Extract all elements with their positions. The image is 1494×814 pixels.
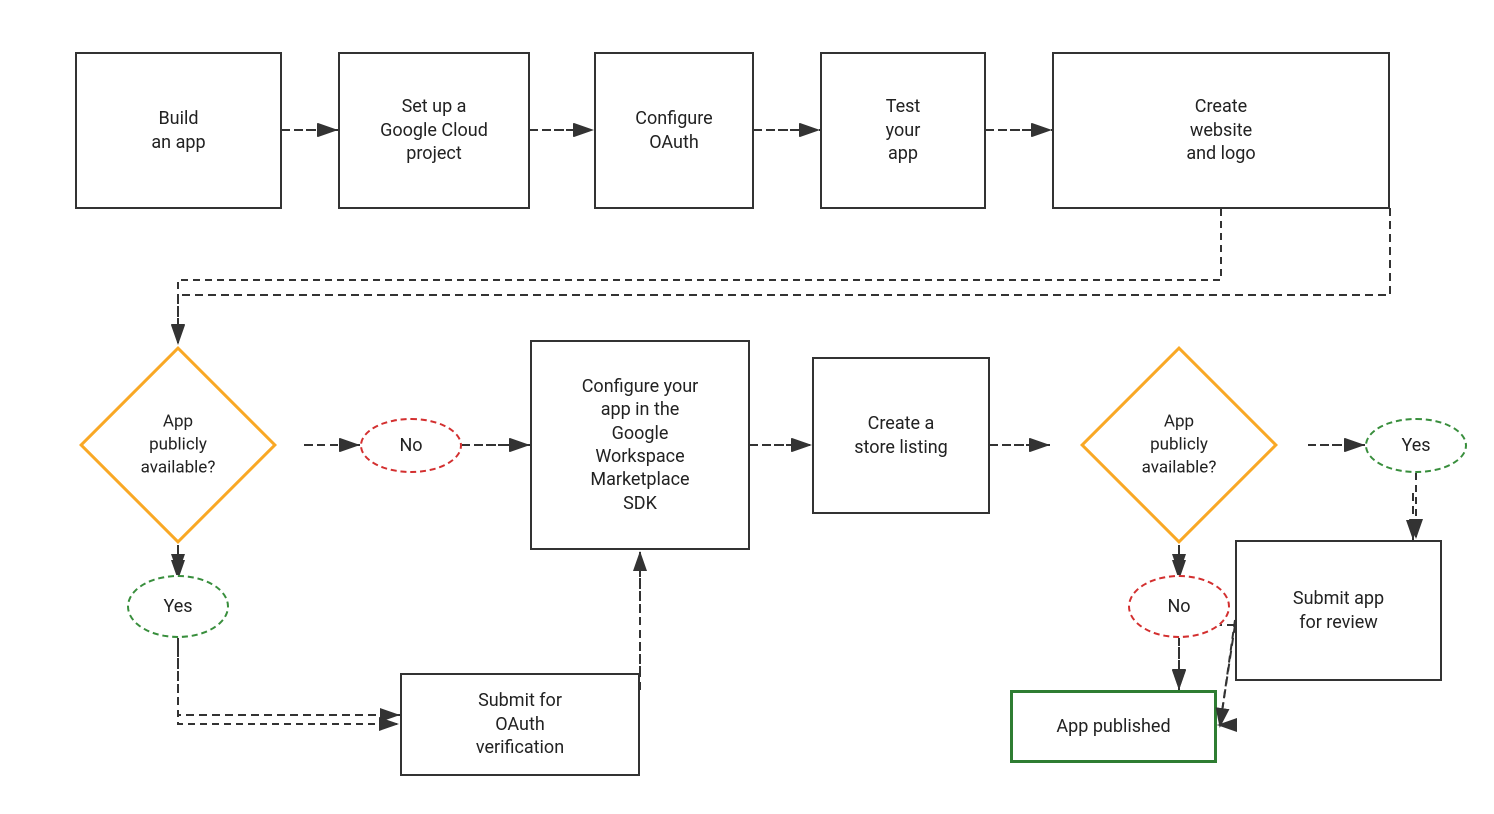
- create-website-box: Create website and logo: [1052, 52, 1390, 209]
- yes-oval-left: Yes: [127, 575, 229, 638]
- create-store-box: Create a store listing: [812, 357, 990, 514]
- test-app-box: Test your app: [820, 52, 986, 209]
- yes-oval-right-label: Yes: [1401, 435, 1430, 456]
- diamond-right-wrapper: App publicly available?: [1050, 345, 1308, 545]
- submit-review-box: Submit app for review: [1235, 540, 1442, 681]
- diamond-right-text: App publicly available?: [1142, 411, 1217, 480]
- configure-oauth-box: Configure OAuth: [594, 52, 754, 209]
- submit-review-label: Submit app for review: [1293, 587, 1384, 634]
- yes-oval-right: Yes: [1365, 418, 1467, 473]
- build-app-box: Build an app: [75, 52, 282, 209]
- test-app-label: Test your app: [886, 95, 921, 165]
- app-published-box: App published: [1010, 690, 1217, 763]
- submit-oauth-label: Submit for OAuth verification: [476, 689, 564, 759]
- diamond-left-text: App publicly available?: [141, 411, 216, 480]
- no-oval-right-label: No: [1167, 596, 1190, 617]
- yes-oval-left-label: Yes: [163, 596, 192, 617]
- diamond-left-wrapper: App publicly available?: [50, 345, 306, 545]
- configure-marketplace-box: Configure your app in the Google Workspa…: [530, 340, 750, 550]
- app-published-label: App published: [1056, 715, 1170, 738]
- flowchart-diagram: Build an app Set up a Google Cloud proje…: [0, 0, 1494, 814]
- no-oval-left: No: [360, 418, 462, 473]
- no-oval-left-label: No: [399, 435, 422, 456]
- configure-marketplace-label: Configure your app in the Google Workspa…: [582, 375, 699, 515]
- build-app-label: Build an app: [151, 107, 205, 154]
- submit-oauth-box: Submit for OAuth verification: [400, 673, 640, 776]
- setup-gcp-label: Set up a Google Cloud project: [380, 95, 488, 165]
- create-website-label: Create website and logo: [1186, 95, 1255, 165]
- configure-oauth-label: Configure OAuth: [635, 107, 712, 154]
- no-oval-right: No: [1128, 575, 1230, 638]
- create-store-label: Create a store listing: [854, 412, 948, 459]
- setup-gcp-box: Set up a Google Cloud project: [338, 52, 530, 209]
